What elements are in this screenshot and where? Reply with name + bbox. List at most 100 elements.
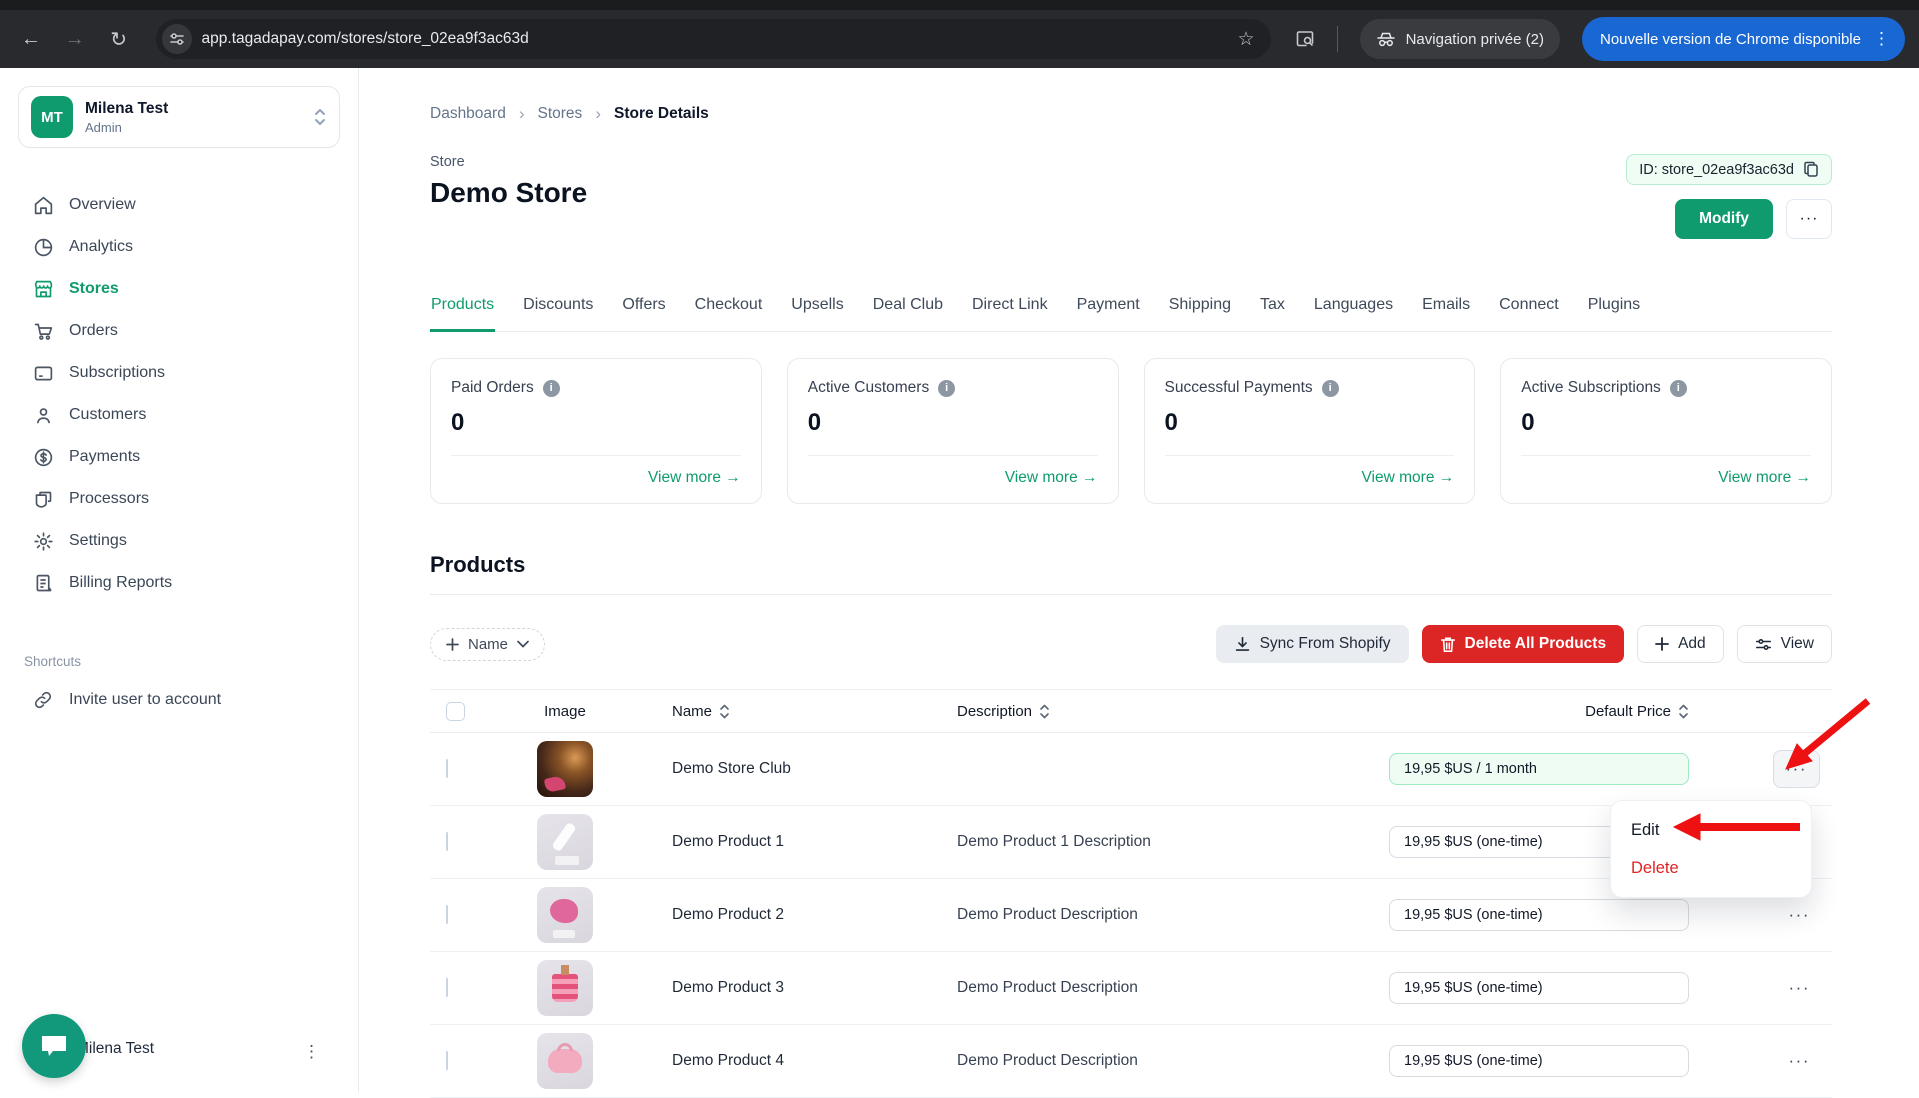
table-row[interactable]: Demo Store Club 19,95 $US / 1 month ··· — [430, 733, 1832, 806]
sidebar-item-stores[interactable]: Stores — [18, 268, 340, 310]
row-checkbox[interactable] — [446, 1051, 448, 1070]
sidebar-item-subscriptions[interactable]: Subscriptions — [18, 352, 340, 394]
view-options-button[interactable]: View — [1737, 625, 1832, 663]
sidebar-item-analytics[interactable]: Analytics — [18, 226, 340, 268]
tab-plugins[interactable]: Plugins — [1587, 296, 1641, 332]
url-text[interactable]: app.tagadapay.com/stores/store_02ea9f3ac… — [202, 30, 1222, 48]
tab-products[interactable]: Products — [430, 296, 495, 332]
tab-emails[interactable]: Emails — [1421, 296, 1471, 332]
sort-icon — [1039, 704, 1050, 719]
row-checkbox[interactable] — [446, 832, 448, 851]
add-product-button[interactable]: Add — [1637, 625, 1724, 663]
info-icon[interactable]: i — [938, 380, 955, 397]
product-name: Demo Product 1 — [630, 833, 915, 851]
incognito-label: Navigation privée (2) — [1406, 31, 1544, 48]
tab-offers[interactable]: Offers — [621, 296, 666, 332]
bookmark-star-icon[interactable]: ☆ — [1232, 28, 1261, 51]
tab-deal-club[interactable]: Deal Club — [872, 296, 944, 332]
sidebar-item-billing-reports[interactable]: Billing Reports — [18, 562, 340, 604]
price-pill[interactable]: 19,95 $US (one-time) — [1389, 1045, 1689, 1077]
delete-all-products-button[interactable]: Delete All Products — [1422, 625, 1625, 663]
breadcrumb-dashboard[interactable]: Dashboard — [430, 105, 506, 123]
price-pill[interactable]: 19,95 $US / 1 month — [1389, 753, 1689, 785]
shield-stack-icon — [32, 488, 54, 510]
sidebar-item-customers[interactable]: Customers — [18, 394, 340, 436]
table-row[interactable]: Demo Product 4 Demo Product Description … — [430, 1025, 1832, 1098]
price-pill[interactable]: 19,95 $US (one-time) — [1389, 899, 1689, 931]
tab-direct-link[interactable]: Direct Link — [971, 296, 1049, 332]
view-more-link[interactable]: View more → — [1521, 456, 1811, 487]
view-more-link[interactable]: View more → — [808, 456, 1098, 487]
tab-discounts[interactable]: Discounts — [522, 296, 594, 332]
table-row[interactable]: Demo Product 3 Demo Product Description … — [430, 952, 1832, 1025]
tab-payment[interactable]: Payment — [1076, 296, 1141, 332]
sidebar-item-settings[interactable]: Settings — [18, 520, 340, 562]
browser-chrome: ← → ↻ app.tagadapay.com/stores/store_02e… — [0, 0, 1919, 68]
sidebar-item-overview[interactable]: Overview — [18, 184, 340, 226]
row-menu-button[interactable]: ··· — [1779, 1045, 1820, 1077]
tab-shipping[interactable]: Shipping — [1168, 296, 1232, 332]
account-switcher[interactable]: MT Milena Test Admin — [18, 86, 340, 148]
info-icon[interactable]: i — [1670, 380, 1687, 397]
screen-search-icon[interactable] — [1295, 29, 1315, 49]
copy-icon[interactable] — [1803, 161, 1819, 178]
modify-button[interactable]: Modify — [1675, 199, 1773, 239]
stat-card-active-customers: Active Customersi 0 View more → — [787, 358, 1119, 504]
table-header: Image Name Description Default Price — [430, 689, 1832, 733]
row-menu-button[interactable]: ··· — [1779, 899, 1820, 931]
sidebar-item-label: Customers — [69, 406, 146, 424]
tab-languages[interactable]: Languages — [1313, 296, 1394, 332]
row-checkbox[interactable] — [446, 905, 448, 924]
sort-icon — [719, 704, 730, 719]
info-icon[interactable]: i — [1322, 380, 1339, 397]
info-icon[interactable]: i — [543, 380, 560, 397]
tab-bar: Products Discounts Offers Checkout Upsel… — [430, 296, 1832, 332]
view-more-link[interactable]: View more → — [451, 456, 741, 487]
sync-from-shopify-button[interactable]: Sync From Shopify — [1216, 625, 1409, 663]
row-checkbox[interactable] — [446, 759, 448, 778]
price-pill[interactable]: 19,95 $US (one-time) — [1389, 972, 1689, 1004]
row-menu-button[interactable]: ··· — [1779, 972, 1820, 1004]
breadcrumb-stores[interactable]: Stores — [538, 105, 583, 123]
chrome-update-button[interactable]: Nouvelle version de Chrome disponible ⋮ — [1582, 17, 1905, 61]
column-description[interactable]: Description — [915, 703, 1345, 720]
sidebar-item-orders[interactable]: Orders — [18, 310, 340, 352]
view-more-link[interactable]: View more → — [1165, 456, 1455, 487]
sidebar-item-label: Settings — [69, 532, 127, 550]
tab-tax[interactable]: Tax — [1259, 296, 1286, 332]
select-all-checkbox[interactable] — [446, 702, 465, 721]
context-menu-delete[interactable]: Delete — [1611, 849, 1811, 887]
tab-checkout[interactable]: Checkout — [694, 296, 764, 332]
site-settings-icon[interactable] — [162, 24, 192, 54]
store-id-badge[interactable]: ID: store_02ea9f3ac63d — [1626, 154, 1832, 185]
incognito-badge[interactable]: Navigation privée (2) — [1360, 19, 1560, 59]
chat-widget-button[interactable] — [22, 1014, 86, 1078]
stat-card-active-subscriptions: Active Subscriptionsi 0 View more → — [1500, 358, 1832, 504]
product-image — [537, 741, 593, 797]
invite-user-link[interactable]: Invite user to account — [18, 679, 340, 721]
sidebar-item-payments[interactable]: Payments — [18, 436, 340, 478]
header-more-button[interactable]: ··· — [1786, 199, 1832, 239]
chevron-updown-icon — [313, 107, 327, 127]
sidebar-item-label: Orders — [69, 322, 118, 340]
account-role: Admin — [85, 120, 168, 135]
forward-button[interactable]: → — [58, 22, 92, 56]
browser-toolbar: ← → ↻ app.tagadapay.com/stores/store_02e… — [0, 10, 1919, 68]
tab-upsells[interactable]: Upsells — [790, 296, 844, 332]
row-menu-button[interactable]: ··· — [1773, 750, 1820, 788]
tab-connect[interactable]: Connect — [1498, 296, 1560, 332]
footer-menu-icon[interactable]: ⋮ — [303, 1042, 320, 1062]
back-button[interactable]: ← — [14, 22, 48, 56]
column-name[interactable]: Name — [630, 703, 915, 720]
invite-user-label: Invite user to account — [69, 691, 221, 709]
column-default-price[interactable]: Default Price — [1345, 703, 1689, 720]
chrome-menu-icon[interactable]: ⋮ — [1867, 29, 1897, 49]
address-bar[interactable]: app.tagadapay.com/stores/store_02ea9f3ac… — [156, 19, 1271, 59]
toolbar-divider — [1337, 26, 1338, 52]
context-menu-edit[interactable]: Edit — [1611, 811, 1811, 849]
name-filter-chip[interactable]: Name — [430, 628, 545, 661]
row-checkbox[interactable] — [446, 978, 448, 997]
sidebar-item-processors[interactable]: Processors — [18, 478, 340, 520]
reload-button[interactable]: ↻ — [102, 22, 136, 56]
stat-card-successful-payments: Successful Paymentsi 0 View more → — [1144, 358, 1476, 504]
